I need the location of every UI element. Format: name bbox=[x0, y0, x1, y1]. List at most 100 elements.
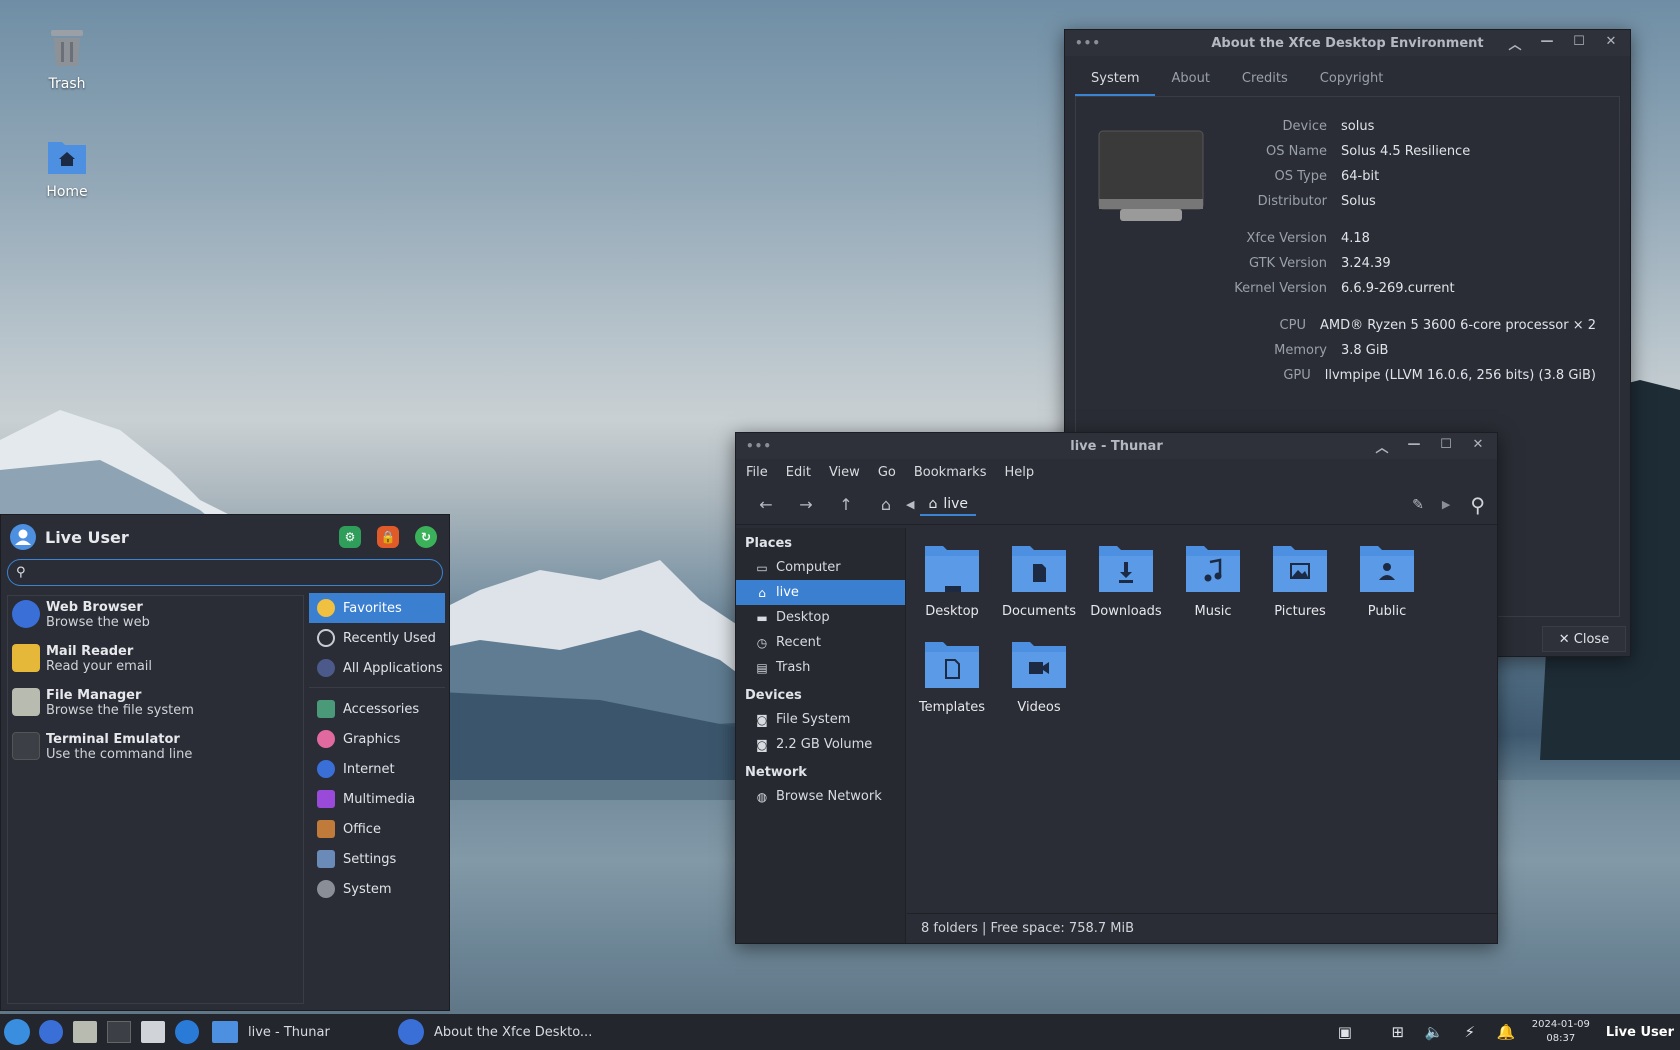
info-row-memory: Memory 3.8 GiB bbox=[1076, 343, 1596, 358]
launcher-search[interactable] bbox=[170, 1014, 204, 1050]
maximize-icon[interactable]: ☐ bbox=[1570, 34, 1588, 53]
category-recently-used[interactable]: Recently Used bbox=[309, 623, 445, 653]
category-settings[interactable]: Settings bbox=[309, 844, 445, 874]
clock[interactable]: 2024-01-09 08:37 bbox=[1524, 1018, 1598, 1046]
menu-search-box[interactable]: ⚲ bbox=[7, 559, 443, 586]
taskbar-username[interactable]: Live User bbox=[1598, 1025, 1680, 1040]
desktop-icon-trash[interactable]: Trash bbox=[22, 26, 112, 92]
menu-help[interactable]: Help bbox=[1004, 465, 1034, 480]
category-office[interactable]: Office bbox=[309, 814, 445, 844]
crumb-right-arrow-icon[interactable]: ▶ bbox=[1442, 498, 1450, 511]
category-favorites[interactable]: Favorites bbox=[309, 593, 445, 623]
sidebar-item-file-system[interactable]: ◙ File System bbox=[736, 707, 905, 732]
sidebar-item-computer[interactable]: ▭ Computer bbox=[736, 555, 905, 580]
folder-documents[interactable]: Documents bbox=[998, 542, 1080, 619]
sidebar-heading-network: Network bbox=[745, 765, 807, 780]
close-icon[interactable]: ✕ bbox=[1602, 34, 1620, 53]
launcher-file-manager[interactable] bbox=[68, 1014, 102, 1050]
sidebar-item-desktop[interactable]: ▬ Desktop bbox=[736, 605, 905, 630]
edit-location-icon[interactable]: ✎ bbox=[1412, 497, 1424, 513]
menu-view[interactable]: View bbox=[829, 465, 860, 480]
launcher-browser[interactable] bbox=[34, 1014, 68, 1050]
launcher-terminal[interactable] bbox=[102, 1014, 136, 1050]
thunar-toolbar: ← → ↑ ⌂ ◀ ⌂ live ✎ ▶ ⚲ bbox=[736, 485, 1497, 525]
lock-screen-icon[interactable]: 🔒 bbox=[377, 526, 399, 548]
home-icon[interactable]: ⌂ bbox=[866, 495, 906, 514]
about-titlebar[interactable]: ••• About the Xfce Desktop Environment ︿… bbox=[1065, 30, 1630, 56]
network-icon[interactable]: ⊞ bbox=[1380, 1023, 1416, 1041]
launcher-downloads[interactable] bbox=[136, 1014, 170, 1050]
menu-file[interactable]: File bbox=[746, 465, 768, 480]
sidebar-item-volume[interactable]: ◙ 2.2 GB Volume bbox=[736, 732, 905, 757]
category-graphics[interactable]: Graphics bbox=[309, 724, 445, 754]
folder-templates[interactable]: Templates bbox=[911, 638, 993, 715]
task-thunar[interactable]: live - Thunar bbox=[204, 1014, 390, 1050]
crumb-left-arrow-icon[interactable]: ◀ bbox=[906, 498, 914, 511]
forward-icon[interactable]: → bbox=[786, 495, 826, 514]
menu-edit[interactable]: Edit bbox=[786, 465, 811, 480]
info-value: 4.18 bbox=[1341, 231, 1370, 246]
info-key: Device bbox=[1282, 119, 1327, 134]
sidebar-item-browse-network[interactable]: ◍ Browse Network bbox=[736, 784, 905, 809]
app-title: Web Browser bbox=[46, 600, 143, 615]
folder-desktop[interactable]: Desktop bbox=[911, 542, 993, 619]
folder-pictures[interactable]: Pictures bbox=[1259, 542, 1341, 619]
desktop-icon-home[interactable]: Home bbox=[22, 136, 112, 200]
list-item-mail-reader[interactable]: Mail Reader Read your email bbox=[8, 640, 303, 684]
grid-icon bbox=[317, 659, 335, 677]
app-title: Terminal Emulator bbox=[46, 732, 180, 747]
folder-public[interactable]: Public bbox=[1346, 542, 1428, 619]
location-crumb[interactable]: ⌂ live bbox=[920, 494, 977, 516]
tab-copyright[interactable]: Copyright bbox=[1304, 64, 1400, 96]
file-manager-icon bbox=[12, 688, 40, 716]
menu-bookmarks[interactable]: Bookmarks bbox=[914, 465, 987, 480]
trash-icon bbox=[51, 30, 83, 66]
shade-icon[interactable]: ︿ bbox=[1373, 437, 1391, 456]
category-internet[interactable]: Internet bbox=[309, 754, 445, 784]
info-value: llvmpipe (LLVM 16.0.6, 256 bits) (3.8 Gi… bbox=[1324, 368, 1596, 383]
tab-about[interactable]: About bbox=[1155, 64, 1225, 96]
sidebar-item-trash[interactable]: ▤ Trash bbox=[736, 655, 905, 680]
search-icon[interactable]: ⚲ bbox=[1470, 493, 1485, 517]
back-icon[interactable]: ← bbox=[746, 495, 786, 514]
menu-search-input[interactable] bbox=[31, 565, 392, 580]
star-icon bbox=[317, 599, 335, 617]
category-accessories[interactable]: Accessories bbox=[309, 694, 445, 724]
settings-manager-icon[interactable]: ⚙ bbox=[339, 526, 361, 548]
sidebar-item-live[interactable]: ⌂ live bbox=[736, 580, 905, 605]
power-icon[interactable]: ⚡ bbox=[1452, 1023, 1488, 1041]
folder-music[interactable]: Music bbox=[1172, 542, 1254, 619]
volume-icon[interactable]: 🔈 bbox=[1416, 1023, 1452, 1041]
menu-launcher[interactable] bbox=[0, 1014, 34, 1050]
folder-downloads[interactable]: Downloads bbox=[1085, 542, 1167, 619]
minimize-icon[interactable]: — bbox=[1538, 34, 1556, 53]
notifications-icon[interactable]: 🔔 bbox=[1488, 1023, 1524, 1041]
list-item-terminal-emulator[interactable]: Terminal Emulator Use the command line bbox=[8, 728, 303, 772]
maximize-icon[interactable]: ☐ bbox=[1437, 437, 1455, 456]
web-browser-icon bbox=[39, 1020, 63, 1044]
shade-icon[interactable]: ︿ bbox=[1506, 34, 1524, 53]
category-system[interactable]: System bbox=[309, 874, 445, 904]
thunar-titlebar[interactable]: ••• live - Thunar ︿ — ☐ ✕ bbox=[736, 433, 1497, 459]
menu-go[interactable]: Go bbox=[878, 465, 896, 480]
close-button[interactable]: ✕ Close bbox=[1542, 626, 1626, 652]
category-multimedia[interactable]: Multimedia bbox=[309, 784, 445, 814]
folder-videos[interactable]: Videos bbox=[998, 638, 1080, 715]
close-icon[interactable]: ✕ bbox=[1469, 437, 1487, 456]
list-item-file-manager[interactable]: File Manager Browse the file system bbox=[8, 684, 303, 728]
tab-credits[interactable]: Credits bbox=[1226, 64, 1304, 96]
minimize-icon[interactable]: — bbox=[1405, 437, 1423, 456]
log-out-icon[interactable]: ↻ bbox=[415, 526, 437, 548]
sidebar-heading-places: Places bbox=[745, 536, 793, 551]
tab-system[interactable]: System bbox=[1075, 64, 1156, 96]
category-all-applications[interactable]: All Applications bbox=[309, 653, 445, 683]
sidebar-item-recent[interactable]: ◷ Recent bbox=[736, 630, 905, 655]
system-gear-icon bbox=[317, 880, 335, 898]
clock-date: 2024-01-09 bbox=[1531, 1019, 1590, 1030]
info-row-xfce-version: Xfce Version 4.18 bbox=[1076, 231, 1596, 246]
task-about-xfce[interactable]: About the Xfce Deskto... bbox=[390, 1014, 600, 1050]
folder-label: Documents bbox=[1001, 604, 1077, 619]
clipboard-icon[interactable]: ▣ bbox=[1310, 1023, 1380, 1041]
list-item-web-browser[interactable]: Web Browser Browse the web bbox=[8, 596, 303, 640]
up-icon[interactable]: ↑ bbox=[826, 495, 866, 514]
